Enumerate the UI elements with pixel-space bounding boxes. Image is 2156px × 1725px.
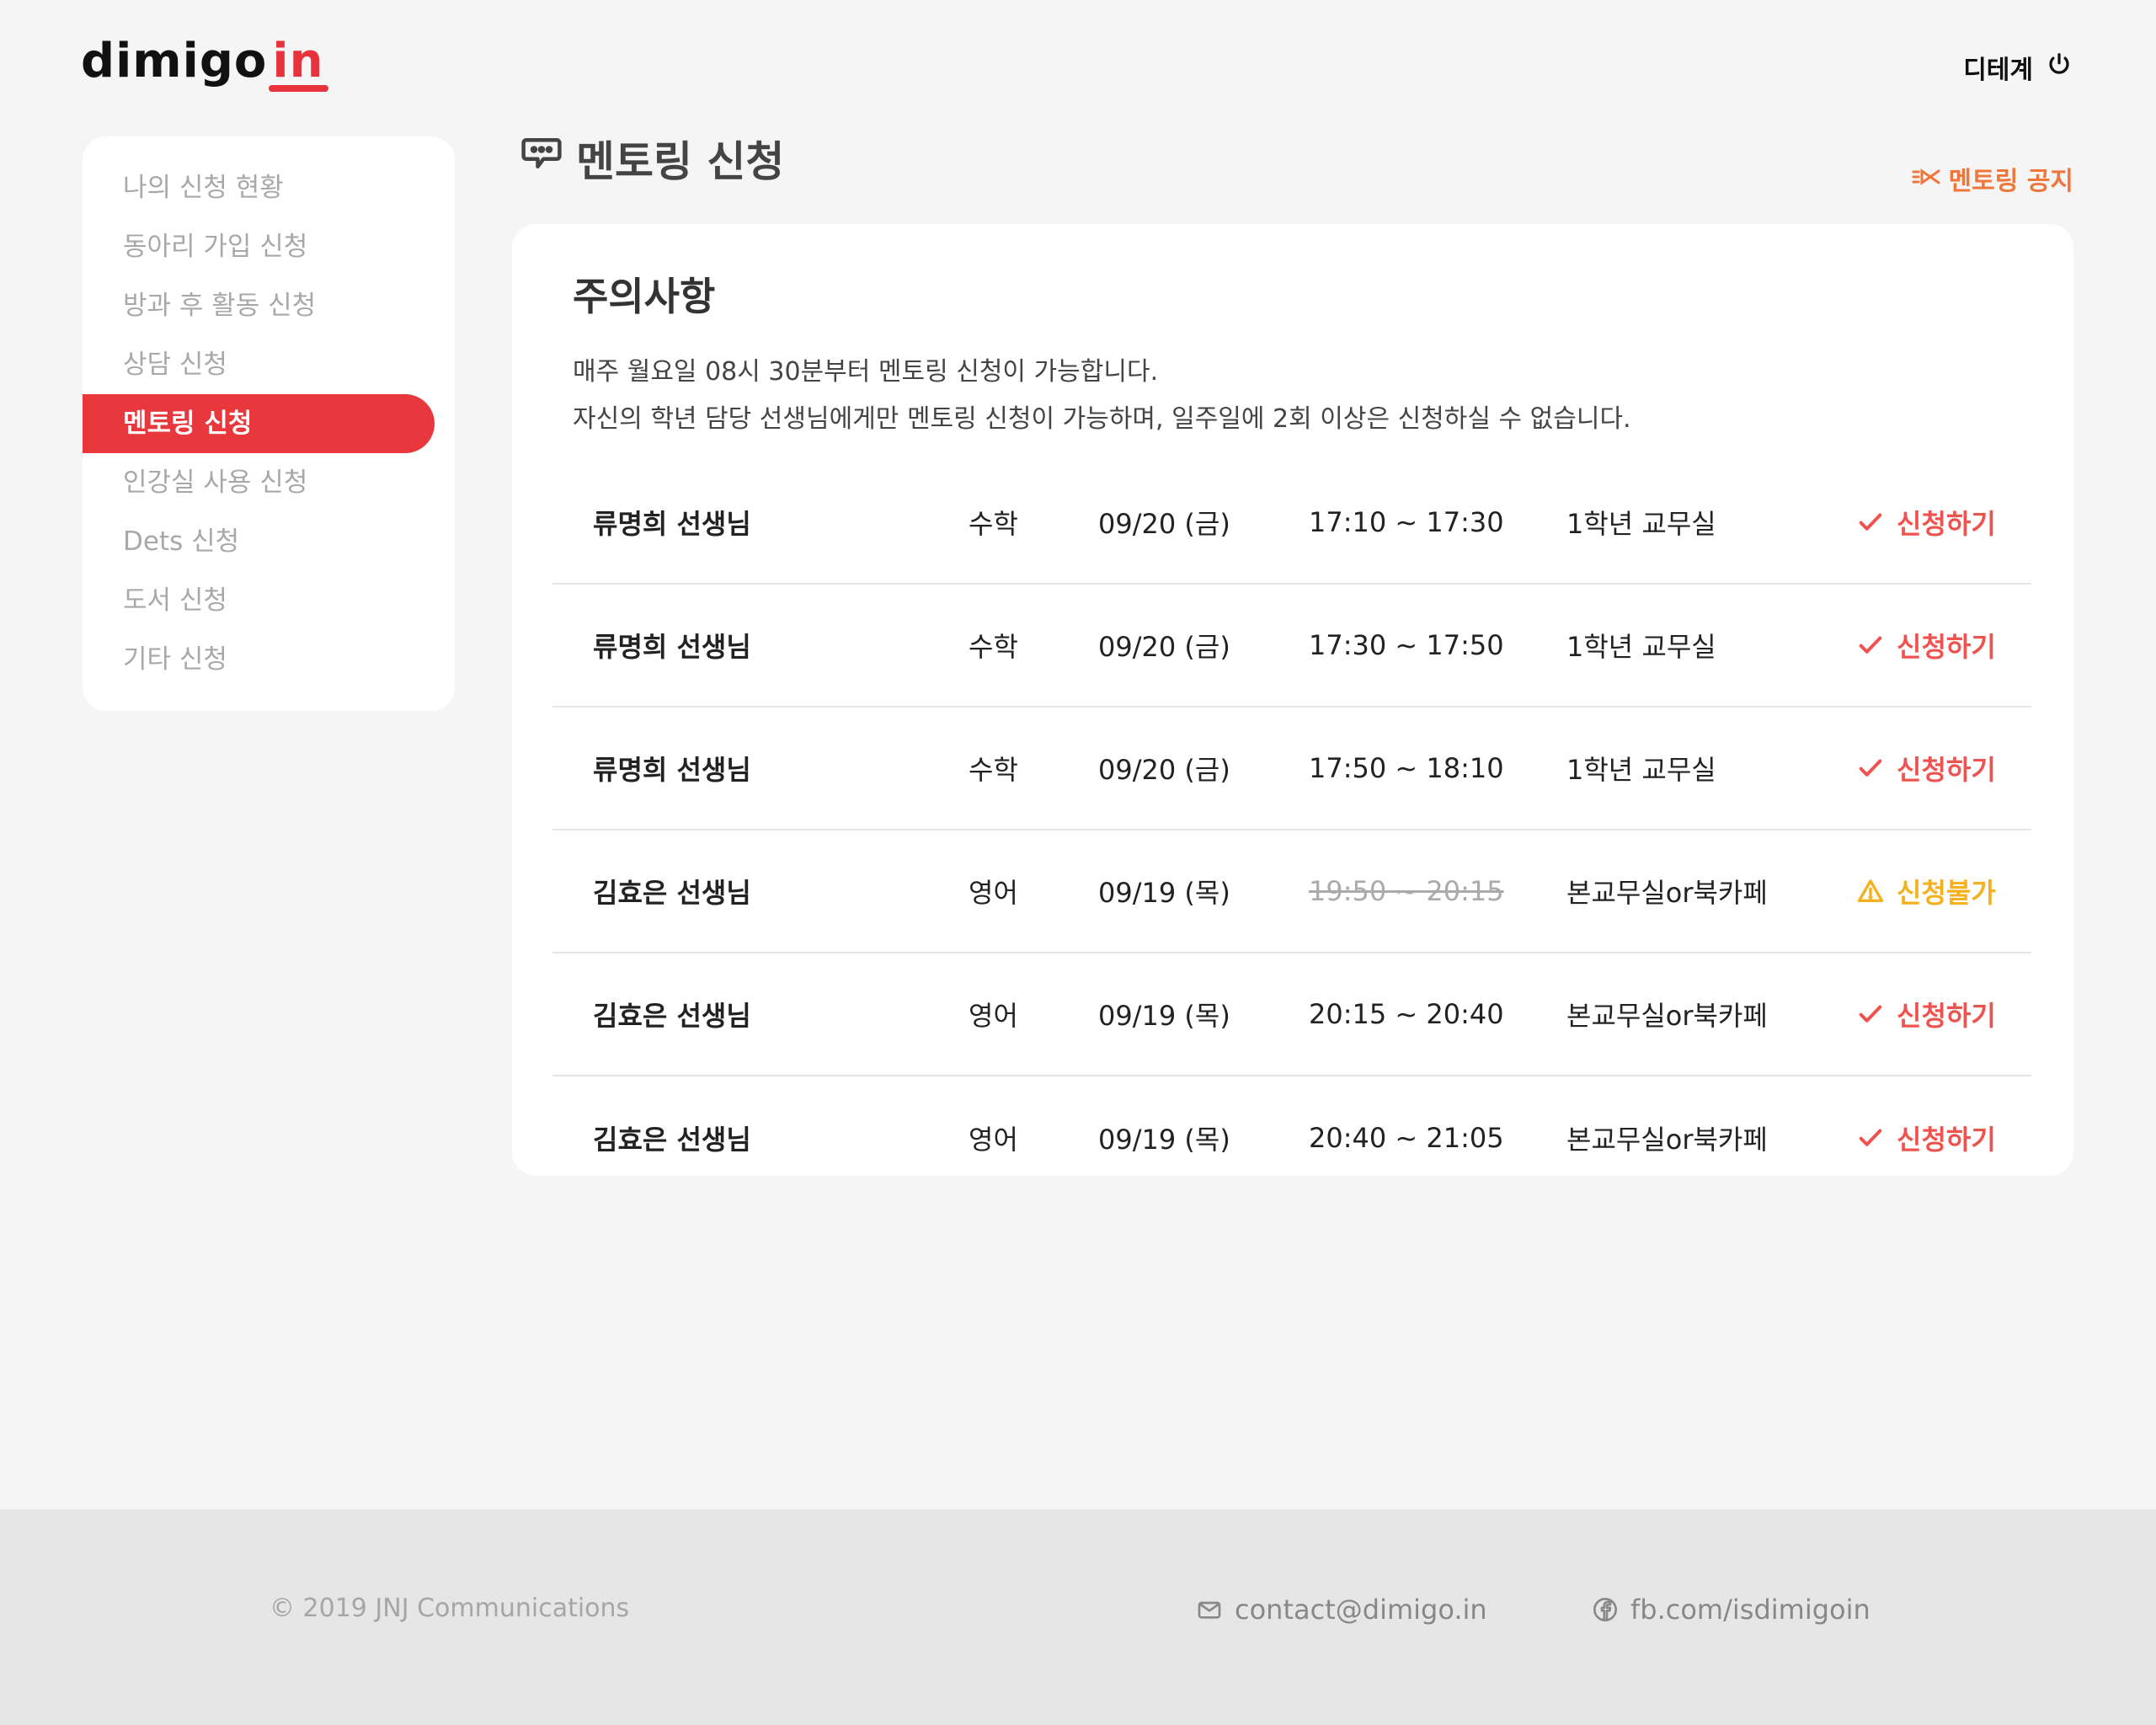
table-row: 류명희 선생님 수학 09/20 (금) 17:10 ~ 17:30 1학년 교…	[552, 462, 2031, 585]
chat-bubble-icon	[519, 131, 564, 186]
check-icon	[1859, 636, 1882, 654]
note-line: 매주 월요일 08시 30분부터 멘토링 신청이 가능합니다.	[573, 357, 1159, 387]
check-icon	[1859, 1129, 1882, 1146]
time-slot: 17:50 ~ 18:10	[1309, 752, 1504, 784]
page-title-text: 멘토링 신청	[576, 137, 785, 186]
teacher-name: 김효은 선생님	[593, 1000, 751, 1032]
room: 본교무실or북카페	[1566, 877, 1768, 909]
room: 1학년 교무실	[1566, 508, 1716, 540]
time-slot: 17:10 ~ 17:30	[1309, 506, 1504, 538]
date: 09/20 (금)	[1098, 508, 1230, 540]
sidebar-item-books[interactable]: 도서 신청	[83, 571, 455, 630]
room: 본교무실or북카페	[1566, 1000, 1768, 1032]
teacher-name: 김효은 선생님	[593, 877, 751, 909]
copyright: © 2019 JNJ Communications	[270, 1594, 630, 1623]
notice-link-label: 멘토링 공지	[1948, 167, 2073, 196]
sidebar: 나의 신청 현황 동아리 가입 신청 방과 후 활동 신청 상담 신청 멘토링 …	[83, 136, 455, 711]
teacher-name: 류명희 선생님	[593, 754, 751, 786]
date: 09/19 (목)	[1098, 877, 1230, 909]
date: 09/20 (금)	[1098, 631, 1230, 663]
apply-button[interactable]: 신청하기	[1856, 626, 1996, 665]
subject: 영어	[969, 877, 1018, 909]
room: 본교무실or북카페	[1566, 1124, 1768, 1156]
check-icon	[1859, 513, 1882, 531]
time-slot: 20:15 ~ 20:40	[1309, 998, 1504, 1030]
table-row: 김효은 선생님 영어 09/19 (목) 20:15 ~ 20:40 본교무실o…	[552, 953, 2031, 1076]
subject: 수학	[969, 508, 1018, 540]
facebook-link[interactable]: fb.com/isdimigoin	[1592, 1594, 1870, 1626]
check-icon	[1859, 1005, 1882, 1023]
date: 09/19 (목)	[1098, 1000, 1230, 1032]
subject: 수학	[969, 754, 1018, 786]
facebook-link-label: fb.com/isdimigoin	[1630, 1594, 1870, 1626]
unavailable-status-label: 신청불가	[1897, 877, 1996, 909]
apply-button-label: 신청하기	[1897, 754, 1996, 786]
footer: © 2019 JNJ Communications contact@dimigo…	[0, 1509, 2156, 1725]
subject: 영어	[969, 1000, 1018, 1032]
check-icon	[1859, 759, 1882, 777]
time-slot: 19:50 ~ 20:15	[1309, 875, 1504, 907]
logo[interactable]: dimigo in	[81, 34, 329, 92]
notice-link[interactable]: 멘토링 공지	[1912, 160, 2073, 197]
sidebar-item-ingang-room[interactable]: 인강실 사용 신청	[83, 453, 455, 512]
apply-button[interactable]: 신청하기	[1856, 749, 1996, 788]
sidebar-item-club[interactable]: 동아리 가입 신청	[83, 217, 455, 276]
table-row: 류명희 선생님 수학 09/20 (금) 17:30 ~ 17:50 1학년 교…	[552, 585, 2031, 708]
table-row: 김효은 선생님 영어 09/19 (목) 20:40 ~ 21:05 본교무실o…	[552, 1076, 2031, 1199]
megaphone-icon	[1912, 164, 1940, 194]
email-link[interactable]: contact@dimigo.in	[1196, 1594, 1487, 1626]
card-title: 주의사항	[573, 274, 716, 319]
notes: 매주 월요일 08시 30분부터 멘토링 신청이 가능합니다. 자신의 학년 담…	[573, 349, 1631, 443]
apply-button-label: 신청하기	[1897, 508, 1996, 540]
sidebar-item-etc[interactable]: 기타 신청	[83, 630, 455, 689]
teacher-name: 류명희 선생님	[593, 508, 751, 540]
apply-button[interactable]: 신청하기	[1856, 995, 1996, 1033]
logo-main: dimigo	[81, 34, 268, 88]
mail-icon	[1198, 1601, 1221, 1619]
note-line: 자신의 학년 담당 선생님에게만 멘토링 신청이 가능하며, 일주일에 2회 이…	[573, 404, 1631, 434]
page-title: 멘토링 신청	[519, 128, 784, 189]
unavailable-status: 신청불가	[1856, 872, 1996, 911]
mentoring-card: 주의사항 매주 월요일 08시 30분부터 멘토링 신청이 가능합니다. 자신의…	[512, 224, 2073, 1176]
sidebar-item-mentoring[interactable]: 멘토링 신청	[83, 394, 435, 453]
sidebar-item-my-status[interactable]: 나의 신청 현황	[83, 158, 455, 217]
facebook-icon	[1593, 1598, 1617, 1621]
apply-button-label: 신청하기	[1897, 631, 1996, 663]
page: dimigo in 디테계 나의 신청 현황 동아리 가입 신청 방과 후 활동…	[0, 0, 2156, 1725]
table-row: 김효은 선생님 영어 09/19 (목) 19:50 ~ 20:15 본교무실o…	[552, 830, 2031, 953]
sidebar-item-counseling[interactable]: 상담 신청	[83, 335, 455, 394]
teacher-name: 김효은 선생님	[593, 1124, 751, 1156]
apply-button[interactable]: 신청하기	[1856, 1119, 1996, 1157]
user-menu[interactable]: 디테계	[1963, 49, 2072, 86]
email-link-label: contact@dimigo.in	[1235, 1594, 1487, 1626]
power-icon[interactable]	[2047, 51, 2072, 83]
sidebar-item-dets[interactable]: Dets 신청	[83, 512, 455, 571]
date: 09/19 (목)	[1098, 1124, 1230, 1156]
mentoring-table: 류명희 선생님 수학 09/20 (금) 17:10 ~ 17:30 1학년 교…	[552, 462, 2031, 1199]
subject: 영어	[969, 1124, 1018, 1156]
time-slot: 20:40 ~ 21:05	[1309, 1122, 1504, 1154]
apply-button-label: 신청하기	[1897, 1124, 1996, 1156]
date: 09/20 (금)	[1098, 754, 1230, 786]
room: 1학년 교무실	[1566, 631, 1716, 663]
sidebar-item-afterschool[interactable]: 방과 후 활동 신청	[83, 276, 455, 335]
subject: 수학	[969, 631, 1018, 663]
table-row: 류명희 선생님 수학 09/20 (금) 17:50 ~ 18:10 1학년 교…	[552, 708, 2031, 830]
time-slot: 17:30 ~ 17:50	[1309, 629, 1504, 661]
user-name: 디테계	[1963, 56, 2033, 85]
logo-accent: in	[269, 34, 329, 92]
apply-button-label: 신청하기	[1897, 1000, 1996, 1032]
warning-icon	[1857, 879, 1884, 903]
room: 1학년 교무실	[1566, 754, 1716, 786]
apply-button[interactable]: 신청하기	[1856, 503, 1996, 542]
teacher-name: 류명희 선생님	[593, 631, 751, 663]
